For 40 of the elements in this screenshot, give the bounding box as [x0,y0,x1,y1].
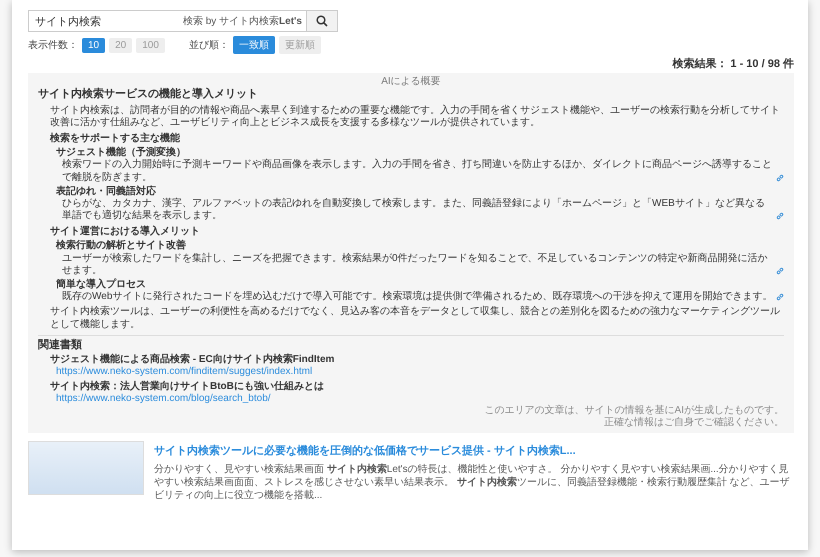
count-option[interactable]: 20 [109,38,132,52]
related-doc-title: サジェスト機能による商品検索 - EC向けサイト内検索FindItem [50,354,336,366]
count-option[interactable]: 100 [136,38,165,52]
result-title-link[interactable]: サイト内検索ツールに必要な機能を圧倒的な低価格でサービス提供 - サイト内検索L... [154,445,576,458]
result-snippet: 分かりやすく、見やすい検索結果画面 サイト内検索Let'sの特長は、機能性と使いやすさ。 分かりやすく見やすい検索結果画...分かりやすく見やすい検索結果画面面、ストレスを感じさせない素早い結果表示。 サイト内検索ツールに、同義語登録機能・検索行動履歴集計 など、ユーザビリティの向上に役立つ機能を搭載... [154,463,791,502]
feature-text: ひらがな、カタカナ、漢字、アルファベットの表記ゆれを自動変換して検索します。また、同義語登録により「ホームページ」と「WEBサイト」など異なる単語でも適切な結果を表示します。 [62,198,766,222]
result-count: 検索結果： 1 - 10 / 98 件 [671,56,794,71]
link-icon[interactable] [776,212,784,220]
section-heading: 検索をサポートする主な機能 [50,132,181,146]
summary-intro: サイト内検索は、訪問者が目的の情報や商品へ素早く到達するための重要な機能です。入力の手間を省くサジェスト機能や、ユーザーの検索行動を分析してサイト改善に活かす仕組みなど、ユーザビリティ向上とビジネス成長を支援する多様なツールが提供されています。 [50,104,781,129]
link-icon[interactable] [776,174,784,182]
count-option[interactable]: 10 [82,38,106,52]
related-doc-link[interactable]: https://www.neko-system.com/finditem/suggest/index.html [56,366,784,379]
section-heading: サイト運営における導入メリット [50,226,201,238]
link-icon[interactable] [776,267,784,276]
related-doc-title: サイト内検索：法人営業向けサイトBtoBにも強い仕組みとは [50,380,325,393]
sort-option[interactable]: 更新順 [278,36,321,54]
search-icon [316,15,328,27]
powered-by-label: 検索 by サイト内検索Let's [182,14,302,28]
feature-text: 検索ワードの入力開始時に予測キーワードや商品画像を表示します。入力の手間を省き、打ち間違いを防止するほか、ダイレクトに商品ページへ誘導することで離脱を防ぎます。 [62,159,773,184]
disclaimer-text: このエリアの文章は、サイトの情報を基にAIが生成したものです。 [484,404,784,416]
display-count-label: 表示件数： [28,38,78,52]
disclaimer-text: 正確な情報はご自身でご確認ください。 [603,417,784,430]
feature-text: ユーザーが検索したワードを集計し、ニーズを把握できます。検索結果が0件だったワードを知ることで、不足しているコンテンツの特定や新商品開発に活かせます。 [62,252,769,278]
search-field[interactable]: サイト内検索 検索 by サイト内検索Let's [28,10,306,32]
feature-title: 検索行動の解析とサイト改善 [56,240,187,252]
feature-text: 既存のWebサイトに発行されたコードを埋め込むだけで導入可能です。検索環境は提供側で準備されるため、既存環境への干渉を抑えて運用を開始できます。 [62,291,773,304]
feature-title: サジェスト機能（予測変換） [56,147,187,158]
search-value: サイト内検索 [35,14,101,28]
ai-summary-header: AIによる概要 [380,76,442,88]
search-button[interactable] [306,10,338,32]
related-doc-link[interactable]: https://www.neko-system.com/blog/search_btob/ [56,392,784,405]
sort-label: 並び順： [188,39,229,52]
feature-title: 簡単な導入プロセス [56,279,147,291]
link-icon[interactable] [776,293,784,302]
feature-title: 表記ゆれ・同義語対応 [56,186,157,198]
summary-title: サイト内検索サービスの機能と導入メリット [38,88,259,102]
summary-conclusion: サイト内検索ツールは、ユーザーの利便性を高めるだけでなく、見込み客の本音をデータとして収集し、競合との差別化を図るための強力なマーケティングツールとして機能します。 [50,306,781,331]
sort-option[interactable]: 一致順 [232,36,275,54]
related-heading: 関連書類 [38,338,83,352]
